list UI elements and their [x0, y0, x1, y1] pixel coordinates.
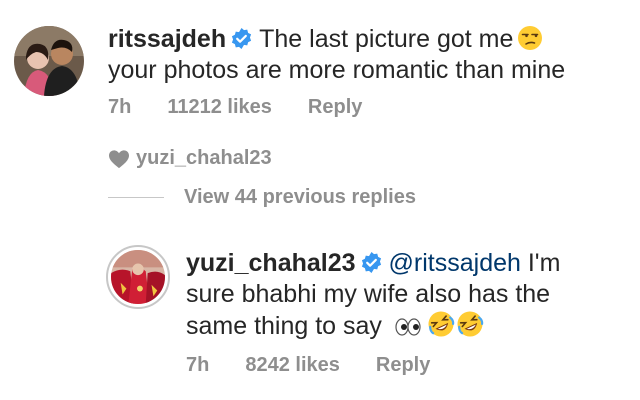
- reply-meta: 7h 8242 likes Reply: [186, 354, 430, 377]
- reply-likes[interactable]: 8242 likes: [245, 354, 340, 377]
- comment-text-line2: your photos are more romantic than mine: [108, 56, 566, 84]
- eyes-emoji: [393, 316, 423, 338]
- reply-mention-link[interactable]: @ritssajdeh: [389, 249, 521, 277]
- comment-username[interactable]: ritssajdeh: [108, 25, 226, 53]
- liked-by-creator: yuzi_chahal23: [108, 147, 272, 170]
- reply-body: yuzi_chahal23 @ritssajdeh I'm sure bhabhi…: [186, 248, 626, 342]
- verified-badge-icon: [360, 251, 383, 274]
- comment-text-line1: The last picture got me: [259, 25, 514, 53]
- rofl-emoji: [456, 310, 484, 338]
- reply-reply-button[interactable]: Reply: [376, 354, 430, 377]
- replies-divider-line: [108, 197, 164, 198]
- view-previous-replies[interactable]: View 44 previous replies: [108, 186, 416, 209]
- reply-time: 7h: [186, 354, 210, 376]
- reply-text-line3: same thing to say: [186, 312, 382, 340]
- liked-by-username[interactable]: yuzi_chahal23: [136, 147, 272, 170]
- view-replies-label[interactable]: View 44 previous replies: [184, 186, 416, 209]
- avatar-yuzi-chahal23[interactable]: [106, 245, 170, 309]
- comment-meta: 7h 11212 likes Reply: [108, 96, 362, 119]
- comment-likes[interactable]: 11212 likes: [167, 96, 272, 119]
- heart-icon: [109, 149, 129, 168]
- reply-text-line2: sure bhabhi my wife also has the: [186, 280, 551, 308]
- unamused-face-emoji: [517, 25, 543, 51]
- comment-time: 7h: [108, 96, 132, 118]
- verified-badge-icon: [230, 27, 253, 50]
- comment-body: ritssajdeh The last picture got me your p…: [108, 24, 628, 86]
- rofl-emoji: [427, 310, 455, 338]
- comment-reply-button[interactable]: Reply: [308, 96, 362, 119]
- reply-username[interactable]: yuzi_chahal23: [186, 249, 356, 277]
- avatar-ritssajdeh[interactable]: [14, 26, 84, 96]
- reply-text-part1: I'm: [527, 249, 561, 277]
